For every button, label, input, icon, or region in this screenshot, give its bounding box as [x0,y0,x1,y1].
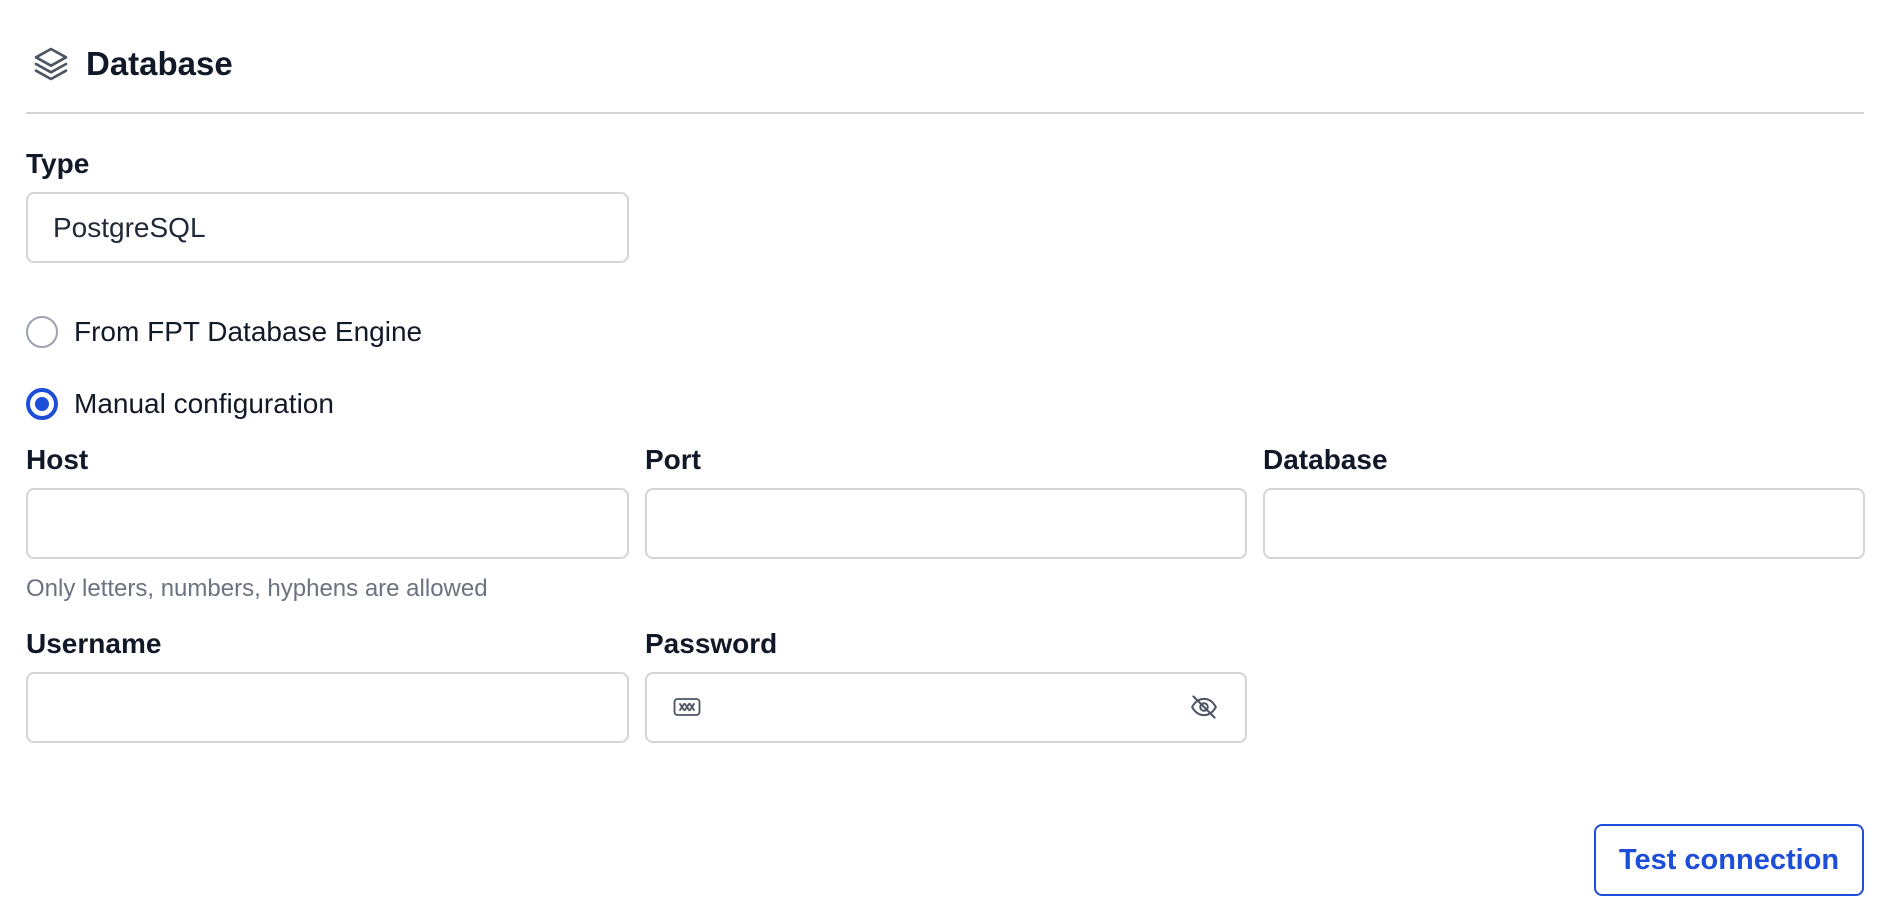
type-select[interactable]: PostgreSQL [26,192,629,263]
database-label: Database [1263,444,1388,475]
username-input[interactable] [26,672,629,743]
test-connection-button[interactable]: Test connection [1594,824,1864,896]
host-label: Host [26,444,89,475]
password-icon [673,698,701,716]
host-input[interactable] [26,488,629,559]
database-input[interactable] [1263,488,1865,559]
database-settings-panel: Database Type PostgreSQL From FPT Databa… [0,0,1890,920]
port-label: Port [645,444,701,475]
radio-fpt-engine-control[interactable] [26,316,58,348]
username-label: Username [26,628,162,659]
radio-manual-config-label: Manual configuration [74,388,334,419]
section-title: Database [86,45,233,82]
type-value: PostgreSQL [53,212,206,243]
radio-manual-config-control[interactable] [26,388,58,420]
password-label: Password [645,628,778,659]
port-input[interactable] [645,488,1247,559]
host-hint: Only letters, numbers, hyphens are allow… [26,575,488,602]
radio-fpt-engine-label: From FPT Database Engine [74,316,423,347]
section-header: Database [26,0,1864,114]
type-label: Type [26,148,90,179]
layers-icon [34,47,68,81]
eye-off-icon[interactable] [1189,692,1219,722]
password-input[interactable] [645,672,1247,743]
